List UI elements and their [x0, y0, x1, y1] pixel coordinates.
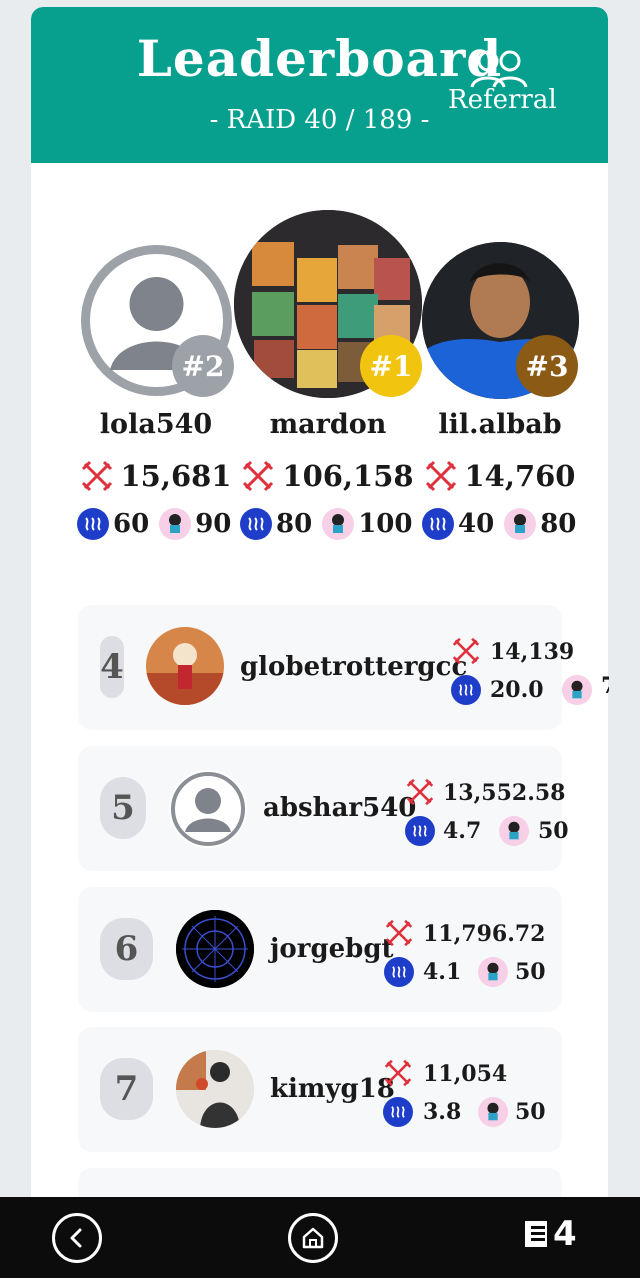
bottom-navigation-bar: 4	[0, 1197, 640, 1278]
token-reward: 100	[358, 509, 413, 539]
row-token: 50	[515, 959, 546, 985]
row-score: 11,054	[423, 1061, 508, 1087]
leaderboard-header: Leaderboard - RAID 40 / 189 - Referral	[31, 7, 608, 163]
row-steem: 3.8	[423, 1099, 462, 1125]
swords-icon	[385, 919, 413, 947]
avatar	[176, 910, 254, 988]
row-rank: 7	[100, 1058, 153, 1120]
steem-reward: 60	[113, 509, 150, 539]
steem-icon	[383, 1097, 413, 1127]
back-button[interactable]	[52, 1213, 102, 1263]
steem-icon	[451, 675, 481, 705]
swords-icon	[81, 460, 112, 492]
row-steem: 4.1	[423, 959, 462, 985]
podium-rewards-second: 60 90	[77, 508, 231, 540]
token-icon	[159, 508, 192, 540]
user-avatar-image	[176, 1050, 254, 1128]
steem-icon	[240, 508, 272, 540]
row-token: 50	[515, 1099, 546, 1125]
row-rank: 6	[100, 918, 153, 980]
row-username[interactable]: jorgebgt	[270, 934, 394, 964]
podium-score-first: 106,158	[228, 459, 428, 493]
token-icon	[562, 675, 592, 705]
row-steem: 20.0	[490, 677, 544, 703]
user-avatar-image	[176, 910, 254, 988]
token-reward: 80	[540, 509, 577, 539]
referral-link[interactable]: Referral	[448, 85, 557, 115]
row-rank: 4	[100, 636, 124, 698]
podium-name-third[interactable]: lil.albab	[400, 409, 600, 440]
avatar	[176, 1050, 254, 1128]
podium-score-third: 14,760	[400, 459, 600, 493]
podium-rewards-first: 80 100	[240, 508, 412, 540]
podium-name-second[interactable]: lola540	[56, 409, 256, 440]
home-button[interactable]	[288, 1213, 338, 1263]
score-value: 15,681	[120, 459, 232, 493]
score-value: 106,158	[282, 459, 414, 493]
score-value: 14,760	[464, 459, 576, 493]
steem-icon	[384, 957, 414, 987]
swords-icon	[425, 460, 456, 492]
row-username[interactable]: abshar540	[263, 793, 416, 823]
row-username[interactable]: globetrottergcc	[240, 652, 467, 682]
row-username[interactable]: kimyg18	[270, 1074, 395, 1104]
token-icon	[322, 508, 355, 540]
leaderboard-card: Leaderboard - RAID 40 / 189 - Referral #…	[31, 7, 608, 1278]
steem-reward: 40	[458, 509, 495, 539]
default-avatar-icon	[171, 772, 245, 846]
swords-icon	[243, 460, 274, 492]
steem-icon	[77, 508, 109, 540]
rank-badge-first: #1	[360, 335, 422, 397]
swords-icon	[384, 1059, 412, 1087]
swords-icon	[406, 778, 434, 806]
token-icon	[478, 1097, 508, 1127]
leaderboard-row[interactable]: 5 abshar540 13,552.58 4.7 50	[78, 746, 569, 871]
row-rank: 5	[100, 777, 146, 839]
leaderboard-row[interactable]: 7 kimyg18 11,054 3.8 50	[78, 1027, 562, 1152]
row-score: 14,139	[490, 639, 575, 665]
podium-name-first[interactable]: mardon	[228, 409, 428, 440]
user-avatar-image	[146, 627, 224, 705]
leaderboard-row[interactable]: 6 jorgebgt 11,796.72 4.1 50	[78, 887, 562, 1012]
back-icon	[70, 1228, 82, 1248]
podium-score-second: 15,681	[56, 459, 256, 493]
row-token: 50	[538, 818, 569, 844]
swords-icon	[452, 637, 480, 665]
row-score: 11,796.72	[423, 921, 546, 947]
row-token-overflow: 7	[601, 673, 609, 699]
steem-icon	[405, 816, 435, 846]
rank-badge-third: #3	[516, 335, 578, 397]
avatar	[169, 770, 247, 848]
tabs-menu-icon	[525, 1221, 547, 1247]
row-score: 13,552.58	[443, 780, 566, 806]
steem-icon	[422, 508, 454, 540]
token-icon	[478, 957, 508, 987]
token-icon	[504, 508, 537, 540]
token-icon	[499, 816, 529, 846]
podium-rewards-third: 40 80	[422, 508, 576, 540]
rank-badge-second: #2	[172, 335, 234, 397]
tabs-button[interactable]: 4	[523, 1217, 577, 1251]
row-steem: 4.7	[443, 818, 482, 844]
home-icon	[302, 1227, 324, 1249]
steem-reward: 80	[276, 509, 313, 539]
avatar	[146, 627, 224, 705]
token-reward: 90	[195, 509, 232, 539]
tab-count: 4	[553, 1214, 577, 1254]
leaderboard-row[interactable]: 4 globetrottergcc 14,139 20.0	[78, 605, 592, 730]
referral-icon[interactable]	[468, 49, 532, 89]
